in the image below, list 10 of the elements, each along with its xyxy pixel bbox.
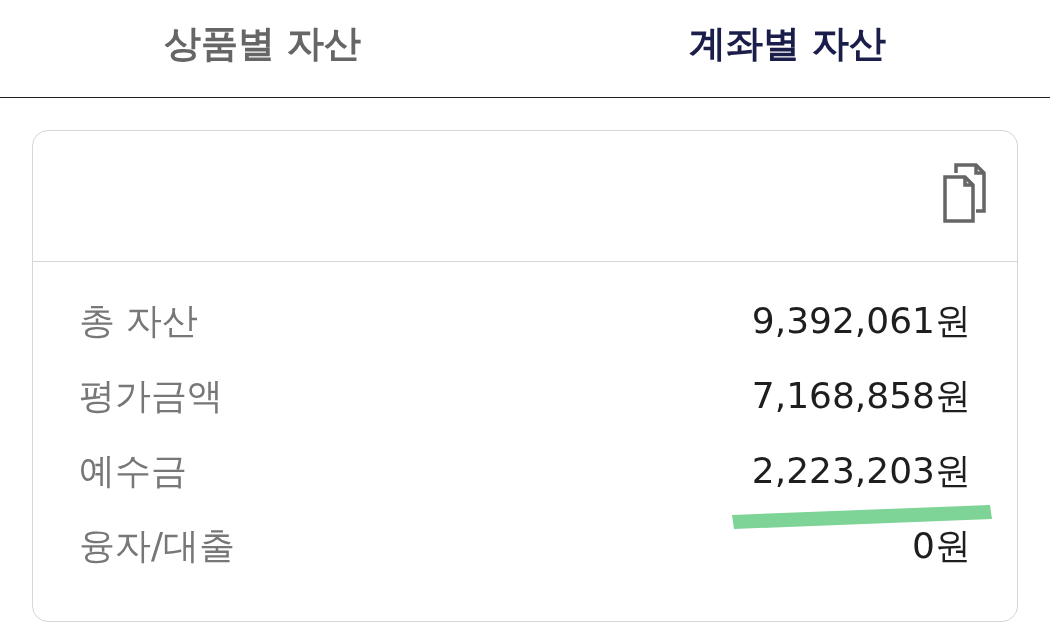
- row-label: 총 자산: [79, 303, 199, 339]
- tab[interactable]: 상품별 자산: [163, 25, 362, 72]
- row-label: 융자/대출: [79, 528, 236, 564]
- tab[interactable]: 계좌별 자산: [688, 25, 887, 72]
- row-value: 0원: [912, 524, 971, 566]
- row-value: 2,223,203원: [751, 449, 971, 491]
- row-label: 예수금: [79, 453, 187, 489]
- row-value: 9,392,061원: [751, 299, 971, 341]
- row-value: 7,168,858원: [751, 374, 971, 416]
- row-label: 평가금액: [79, 378, 223, 414]
